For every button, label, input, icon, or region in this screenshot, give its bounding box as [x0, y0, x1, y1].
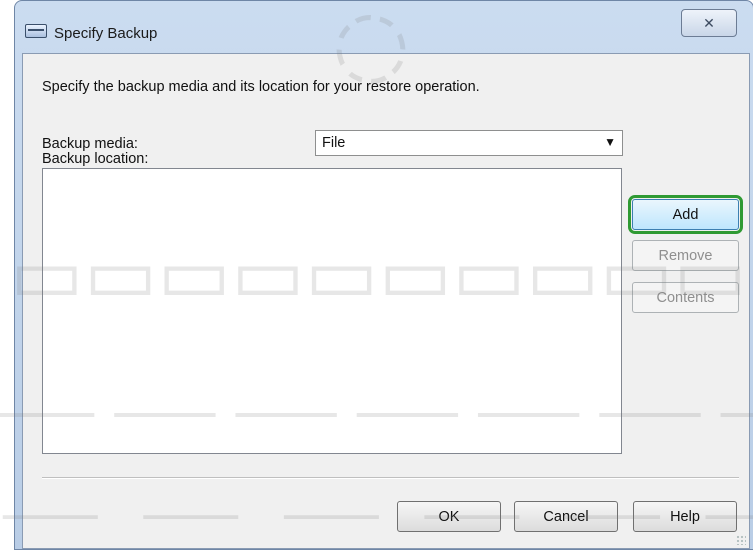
- resize-grip-icon[interactable]: [736, 535, 746, 545]
- separator: [42, 477, 739, 479]
- backup-location-list[interactable]: [42, 168, 622, 454]
- chevron-down-icon: ▼: [604, 135, 616, 149]
- cancel-button[interactable]: Cancel: [514, 501, 618, 532]
- close-icon: ✕: [703, 14, 715, 31]
- backup-location-label: Backup location:: [42, 151, 149, 167]
- dialog-body: Specify the backup media and its locatio…: [22, 53, 750, 549]
- backup-media-select[interactable]: File ▼: [315, 130, 623, 156]
- window-icon: [25, 24, 47, 38]
- remove-button[interactable]: Remove: [632, 240, 739, 271]
- add-button[interactable]: Add: [628, 195, 743, 234]
- close-button[interactable]: ✕: [681, 9, 737, 37]
- backup-media-label: Backup media:: [42, 136, 138, 152]
- backup-media-value: File: [322, 135, 346, 151]
- ok-button[interactable]: OK: [397, 501, 501, 532]
- instruction-text: Specify the backup media and its locatio…: [42, 79, 480, 95]
- window-title: Specify Backup: [54, 25, 158, 42]
- contents-button[interactable]: Contents: [632, 282, 739, 313]
- title-bar[interactable]: Specify Backup ✕: [15, 1, 753, 53]
- help-button[interactable]: Help: [633, 501, 737, 532]
- specify-backup-dialog: Specify Backup ✕ Specify the backup medi…: [14, 0, 753, 550]
